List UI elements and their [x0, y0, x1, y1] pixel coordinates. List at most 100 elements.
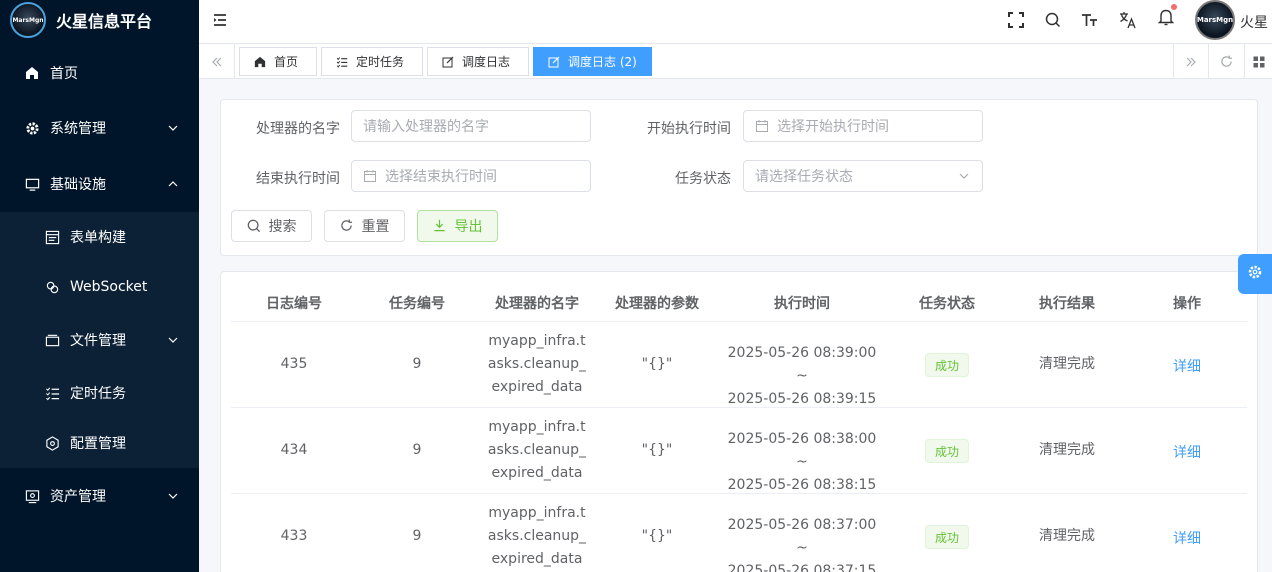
sidebar-item-config-management[interactable]: 配置管理: [0, 430, 199, 456]
handler-name-label: 处理器的名字: [256, 121, 340, 137]
sidebar-item-system[interactable]: 系统管理: [0, 115, 199, 141]
tab-label: 调度日志: [462, 55, 511, 69]
task-id-cell: 9: [412, 528, 422, 544]
export-button-label: 导出: [454, 219, 483, 235]
app-logo: MarsMgn: [10, 2, 46, 38]
brand: MarsMgn 火星信息平台: [0, 0, 199, 40]
result-cell: 清理完成: [1039, 528, 1095, 544]
table-divider: [231, 321, 1247, 322]
font-size-icon[interactable]: [1081, 11, 1099, 29]
form-icon: [44, 229, 60, 245]
table-divider: [231, 407, 1247, 408]
params-cell: "{}": [641, 528, 673, 544]
avatar[interactable]: MarsMgn: [1195, 0, 1235, 40]
username[interactable]: 火星: [1240, 12, 1268, 32]
refresh-icon[interactable]: [1209, 44, 1245, 79]
exec-time-start: 2025-05-26 08:37:00 ~: [727, 517, 877, 556]
params-cell: "{}": [641, 442, 673, 458]
sidebar-item-home[interactable]: 首页: [0, 60, 199, 86]
start-time-picker[interactable]: 选择开始执行时间: [743, 110, 983, 142]
exec-time-cell: 2025-05-26 08:38:00 ~ 2025-05-26 08:38:1…: [722, 428, 882, 497]
list-icon: [44, 385, 60, 401]
start-time-placeholder: 选择开始执行时间: [777, 119, 889, 135]
sidebar-item-file-management[interactable]: 文件管理: [0, 327, 199, 353]
log-id-cell: 435: [280, 356, 308, 372]
sidebar-item-infrastructure[interactable]: 基础设施: [0, 171, 199, 197]
refresh-icon: [340, 219, 354, 233]
search-button-label: 搜索: [268, 219, 297, 235]
task-id-cell: 9: [412, 356, 422, 372]
chevron-down-icon: [168, 337, 178, 343]
asset-icon: [24, 488, 40, 504]
chevron-up-icon: [168, 181, 178, 187]
detail-link[interactable]: 详细: [1173, 442, 1201, 462]
download-icon: [433, 219, 447, 233]
column-header: 执行结果: [1039, 296, 1095, 312]
fullscreen-icon[interactable]: [1007, 11, 1025, 29]
sidebar-item-scheduled-tasks[interactable]: 定时任务: [0, 380, 199, 406]
folder-icon: [44, 332, 60, 348]
column-header: 执行时间: [774, 296, 830, 312]
detail-link[interactable]: 详细: [1173, 356, 1201, 376]
exec-time-cell: 2025-05-26 08:37:00 ~ 2025-05-26 08:37:1…: [722, 514, 882, 572]
start-time-label: 开始执行时间: [647, 121, 731, 137]
bell-icon[interactable]: [1157, 8, 1175, 26]
column-header: 处理器的参数: [615, 296, 699, 312]
status-badge: 成功: [925, 439, 969, 463]
sidebar-item-asset-management[interactable]: 资产管理: [0, 483, 199, 509]
tab-label: 首页: [274, 55, 299, 69]
home-icon: [24, 65, 40, 81]
detail-link[interactable]: 详细: [1173, 528, 1201, 548]
handler-name-input[interactable]: 请输入处理器的名字: [351, 110, 591, 142]
log-id-cell: 433: [280, 528, 308, 544]
tabs-scroll-right-icon[interactable]: [1173, 44, 1209, 79]
sidebar-item-label: WebSocket: [70, 279, 148, 295]
sidebar: MarsMgn 火星信息平台 首页 系统管理 基础设施 表单构建 WebSock…: [0, 0, 199, 572]
column-header: 处理器的名字: [495, 296, 579, 312]
handler-name-cell: myapp_infra.t asks.cleanup_ expired_data: [473, 330, 601, 399]
tabs-scroll-left-icon[interactable]: [199, 44, 235, 79]
tab-home[interactable]: 首页: [239, 47, 317, 76]
hexagon-icon: [44, 435, 60, 451]
collapse-menu-icon[interactable]: [211, 11, 229, 29]
translate-icon[interactable]: [1119, 11, 1137, 29]
notification-dot: [1171, 4, 1177, 10]
result-cell: 清理完成: [1039, 442, 1095, 458]
handler-line: myapp_infra.t: [488, 419, 586, 435]
settings-float-button[interactable]: [1238, 254, 1272, 294]
grid-menu-icon[interactable]: [1245, 44, 1272, 79]
handler-line: asks.cleanup_: [487, 528, 587, 544]
handler-name-placeholder: 请输入处理器的名字: [363, 119, 489, 135]
search-icon[interactable]: [1044, 11, 1062, 29]
handler-line: expired_data: [491, 465, 583, 481]
sidebar-item-label: 首页: [50, 66, 78, 82]
sidebar-item-websocket[interactable]: WebSocket: [0, 274, 199, 300]
reset-button[interactable]: 重置: [324, 210, 405, 242]
app-title: 火星信息平台: [56, 12, 153, 31]
exec-time-end: 2025-05-26 08:37:15: [727, 563, 877, 572]
sidebar-item-label: 系统管理: [50, 121, 106, 137]
result-cell: 清理完成: [1039, 356, 1095, 372]
tab-schedule-log[interactable]: 调度日志: [427, 47, 529, 76]
edit-icon: [442, 56, 454, 68]
handler-line: myapp_infra.t: [488, 333, 586, 349]
end-time-picker[interactable]: 选择结束执行时间: [351, 160, 591, 192]
tab-scheduled-tasks[interactable]: 定时任务: [321, 47, 423, 76]
export-button[interactable]: 导出: [417, 210, 498, 242]
sidebar-item-label: 资产管理: [50, 489, 106, 505]
search-button[interactable]: 搜索: [231, 210, 312, 242]
home-icon: [254, 56, 266, 68]
handler-line: expired_data: [491, 551, 583, 567]
sidebar-item-form-builder[interactable]: 表单构建: [0, 224, 199, 250]
log-id-cell: 434: [280, 442, 308, 458]
params-cell: "{}": [641, 356, 673, 372]
tab-schedule-log-2[interactable]: 调度日志 (2): [533, 47, 652, 76]
task-status-select[interactable]: 请选择任务状态: [743, 160, 983, 192]
chevron-down-icon: [168, 493, 178, 499]
chevron-down-icon: [168, 125, 178, 131]
tab-label: 定时任务: [356, 55, 405, 69]
edit-icon: [548, 56, 560, 68]
sidebar-item-label: 配置管理: [70, 436, 126, 452]
status-badge: 成功: [925, 353, 969, 377]
sidebar-item-label: 定时任务: [70, 386, 126, 402]
